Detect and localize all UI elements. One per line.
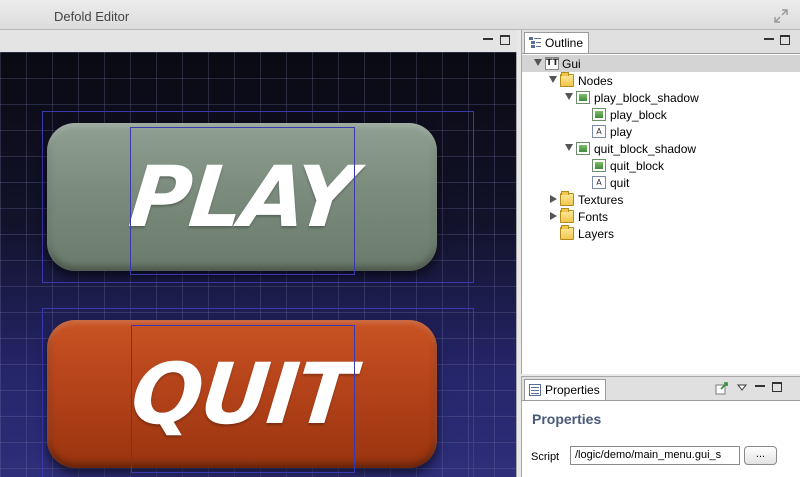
- gui-canvas[interactable]: PLAY QUIT: [0, 52, 516, 477]
- collapse-arrow-icon[interactable]: [549, 76, 557, 83]
- gui-icon: TT: [545, 57, 559, 70]
- minimize-icon[interactable]: [764, 38, 774, 44]
- tree-item-label: Layers: [578, 227, 615, 241]
- folder-icon: [560, 72, 574, 87]
- folder-icon: [560, 225, 574, 240]
- view-menu-icon[interactable]: [737, 384, 747, 391]
- outline-icon: [529, 37, 541, 48]
- maximize-icon[interactable]: [500, 35, 510, 45]
- tree-item-layers[interactable]: Layers: [522, 225, 800, 242]
- properties-panel: Properties Properties Script /logic/demo…: [521, 376, 800, 477]
- image-node-icon: [592, 108, 606, 121]
- properties-icon: [529, 384, 541, 396]
- tab-outline-label: Outline: [545, 36, 584, 50]
- folder-icon: [560, 191, 574, 206]
- tree-item-nodes[interactable]: Nodes: [522, 72, 800, 89]
- minimize-icon[interactable]: [755, 385, 765, 391]
- maximize-icon[interactable]: [780, 35, 790, 45]
- collapse-arrow-icon[interactable]: [534, 59, 542, 66]
- maximize-icon[interactable]: [772, 382, 782, 392]
- tree-item-play-block-shadow[interactable]: play_block_shadow: [522, 89, 800, 106]
- pin-icon[interactable]: [715, 381, 729, 395]
- fullscreen-icon[interactable]: [774, 9, 788, 23]
- editor-tabstrip: [0, 30, 517, 53]
- image-node-icon: [576, 142, 590, 155]
- tree-item-fonts[interactable]: Fonts: [522, 208, 800, 225]
- window-titlebar: Defold Editor: [0, 0, 800, 30]
- tree-item-label: Textures: [578, 193, 624, 207]
- properties-heading: Properties: [532, 411, 602, 427]
- folder-icon: [560, 208, 574, 223]
- tab-properties-label: Properties: [545, 383, 600, 397]
- expand-arrow-icon[interactable]: [550, 195, 557, 203]
- tree-item-play[interactable]: A play: [522, 123, 800, 140]
- tree-item-quit-block[interactable]: quit_block: [522, 157, 800, 174]
- tree-item-gui[interactable]: TT Gui: [522, 55, 800, 72]
- browse-button[interactable]: ...: [744, 446, 777, 465]
- tree-item-quit[interactable]: A quit: [522, 174, 800, 191]
- quit-text-bounds: [131, 325, 355, 473]
- tree-item-textures[interactable]: Textures: [522, 191, 800, 208]
- collapse-arrow-icon[interactable]: [565, 93, 573, 100]
- minimize-icon[interactable]: [483, 38, 493, 44]
- tree-item-quit-block-shadow[interactable]: quit_block_shadow: [522, 140, 800, 157]
- tree-item-label: Fonts: [578, 210, 609, 224]
- tree-item-label: play: [610, 125, 633, 139]
- outline-tabstrip: Outline: [522, 30, 800, 54]
- gui-editor-pane: PLAY QUIT: [0, 30, 517, 477]
- tree-item-label: quit: [610, 176, 630, 190]
- tree-item-label: Nodes: [578, 74, 613, 88]
- image-node-icon: [576, 91, 590, 104]
- tree-item-label: quit_block: [610, 159, 665, 173]
- tab-properties[interactable]: Properties: [524, 379, 606, 400]
- tree-item-label: play_block: [610, 108, 667, 122]
- expand-arrow-icon[interactable]: [550, 212, 557, 220]
- properties-tabstrip: Properties: [522, 377, 800, 401]
- script-label: Script: [531, 451, 560, 463]
- tree-item-label: play_block_shadow: [594, 91, 699, 105]
- tree-item-label: quit_block_shadow: [594, 142, 697, 156]
- script-field[interactable]: /logic/demo/main_menu.gui_s: [570, 446, 740, 465]
- tree-item-label: Gui: [562, 57, 581, 71]
- window-title: Defold Editor: [54, 9, 130, 24]
- outline-panel: Outline TT Gui Nodes play_block_shadow p…: [521, 30, 800, 374]
- text-node-icon: A: [592, 176, 606, 189]
- text-node-icon: A: [592, 125, 606, 138]
- collapse-arrow-icon[interactable]: [565, 144, 573, 151]
- tab-outline[interactable]: Outline: [524, 32, 590, 53]
- play-text-bounds: [130, 127, 355, 275]
- tree-item-play-block[interactable]: play_block: [522, 106, 800, 123]
- image-node-icon: [592, 159, 606, 172]
